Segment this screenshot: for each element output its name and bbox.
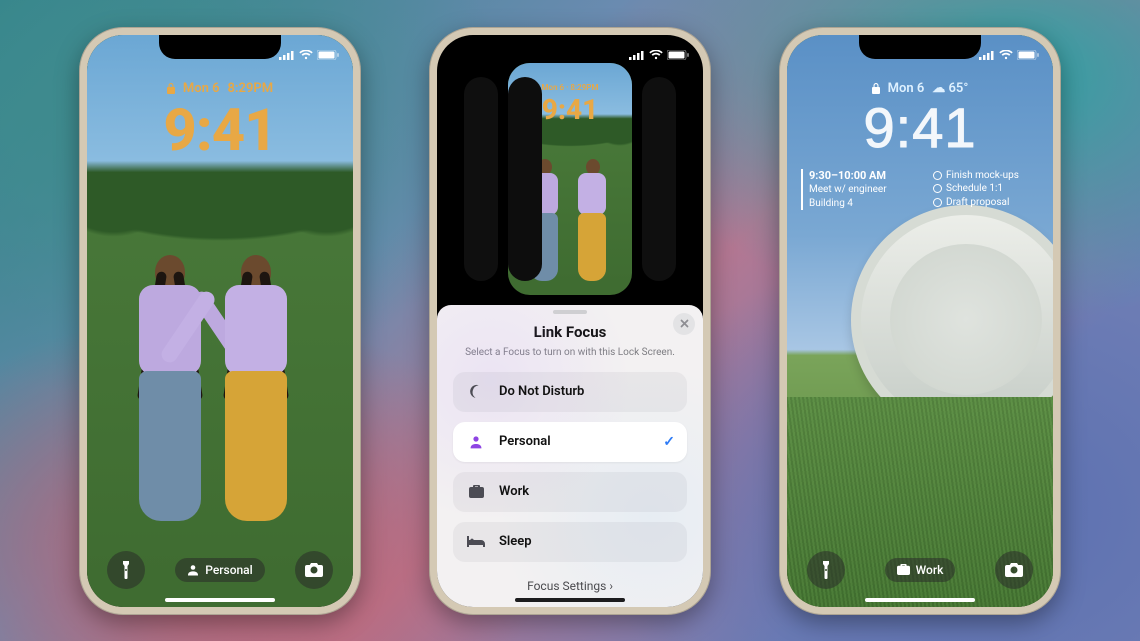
- focus-option-label: Sleep: [499, 534, 532, 549]
- preview-date: Mon 6 · 8:29PM: [508, 83, 632, 92]
- weather-widget[interactable]: ☁︎ 65°: [932, 81, 968, 96]
- reminder-circle-icon: [933, 184, 942, 193]
- person-icon: [187, 564, 199, 576]
- battery-icon: [317, 50, 339, 60]
- focus-option-label: Do Not Disturb: [499, 384, 584, 399]
- phone-mockup-1: Mon 6 8:29PM 9:41 Personal: [79, 27, 361, 615]
- focus-chip[interactable]: Personal: [175, 558, 264, 582]
- notch: [509, 35, 631, 59]
- phone-mockup-3: Mon 6 ☁︎ 65° 9:41 9:30–10:00 AM Meet w/ …: [779, 27, 1061, 615]
- wallpaper-figure-left: [121, 219, 201, 539]
- battery-icon: [667, 50, 689, 60]
- sheet-subtitle: Select a Focus to turn on with this Lock…: [453, 347, 687, 358]
- flashlight-icon: [119, 561, 133, 579]
- lock-icon: [167, 83, 175, 94]
- person-icon: [467, 435, 485, 449]
- camera-icon: [305, 563, 323, 577]
- chevron-right-icon: ›: [609, 579, 613, 593]
- camera-icon: [1005, 563, 1023, 577]
- close-button[interactable]: [673, 313, 695, 335]
- flashlight-button[interactable]: [807, 551, 845, 589]
- home-indicator[interactable]: [165, 598, 275, 602]
- lockscreen-mini-clock: 8:29PM: [228, 81, 274, 96]
- focus-chip-label: Personal: [205, 563, 252, 577]
- calendar-title: Meet w/ engineer: [809, 183, 915, 197]
- battery-icon: [1017, 50, 1039, 60]
- reminder-item: Draft proposal: [946, 196, 1009, 210]
- home-indicator[interactable]: [865, 598, 975, 602]
- reminder-item: Schedule 1:1: [946, 182, 1003, 196]
- focus-option-dnd[interactable]: Do Not Disturb: [453, 372, 687, 412]
- gallery-neighbor-right[interactable]: [642, 77, 676, 281]
- notch: [159, 35, 281, 59]
- wifi-icon: [999, 50, 1013, 60]
- calendar-time: 9:30–10:00 AM: [809, 169, 915, 184]
- preview-clock: 9:41: [508, 93, 632, 126]
- notch: [859, 35, 981, 59]
- lockscreen-date: Mon 6: [183, 81, 220, 96]
- lockscreen-dateline: Mon 6 8:29PM: [87, 81, 353, 96]
- reminders-widget[interactable]: Finish mock-ups Schedule 1:1 Draft propo…: [933, 169, 1039, 211]
- lockscreen-clock: 9:41: [87, 97, 353, 165]
- sheet-title: Link Focus: [453, 323, 687, 341]
- briefcase-icon: [467, 485, 485, 498]
- focus-option-label: Work: [499, 484, 529, 499]
- lockscreen-dateline: Mon 6 ☁︎ 65°: [787, 81, 1053, 96]
- signal-icon: [979, 50, 995, 60]
- bed-icon: [467, 536, 485, 547]
- moon-icon: [467, 384, 485, 399]
- link-focus-sheet: Link Focus Select a Focus to turn on wit…: [437, 305, 703, 607]
- focus-option-sleep[interactable]: Sleep: [453, 522, 687, 562]
- focus-chip[interactable]: Work: [885, 558, 956, 582]
- phone-mockup-2: Mon 6 · 8:29PM 9:41 Link Focus Select a …: [429, 27, 711, 615]
- focus-option-personal[interactable]: Personal ✓: [453, 422, 687, 462]
- lockscreen-date: Mon 6: [888, 81, 925, 96]
- gallery-neighbor-left[interactable]: [464, 77, 498, 281]
- signal-icon: [279, 50, 295, 60]
- sheet-grabber[interactable]: [553, 310, 587, 314]
- lock-icon: [872, 83, 880, 94]
- flashlight-icon: [819, 561, 833, 579]
- briefcase-icon: [897, 564, 910, 575]
- lockscreen-preview[interactable]: Mon 6 · 8:29PM 9:41: [508, 63, 632, 295]
- home-indicator[interactable]: [515, 598, 625, 602]
- flashlight-button[interactable]: [107, 551, 145, 589]
- camera-button[interactable]: [995, 551, 1033, 589]
- focus-option-work[interactable]: Work: [453, 472, 687, 512]
- reminder-item: Finish mock-ups: [946, 169, 1019, 183]
- focus-chip-label: Work: [916, 563, 944, 577]
- signal-icon: [629, 50, 645, 60]
- calendar-widget[interactable]: 9:30–10:00 AM Meet w/ engineer Building …: [801, 169, 915, 211]
- wallpaper-figure-right: [207, 219, 287, 539]
- reminder-circle-icon: [933, 171, 942, 180]
- focus-option-label: Personal: [499, 434, 551, 449]
- lockscreen-gallery[interactable]: Mon 6 · 8:29PM 9:41: [437, 55, 703, 291]
- camera-button[interactable]: [295, 551, 333, 589]
- calendar-location: Building 4: [809, 197, 915, 211]
- lockscreen-clock: 9:41: [787, 95, 1053, 160]
- focus-settings-link[interactable]: Focus Settings ›: [437, 579, 703, 593]
- wifi-icon: [299, 50, 313, 60]
- reminder-circle-icon: [933, 198, 942, 207]
- checkmark-icon: ✓: [663, 434, 675, 450]
- close-icon: [680, 319, 689, 328]
- wifi-icon: [649, 50, 663, 60]
